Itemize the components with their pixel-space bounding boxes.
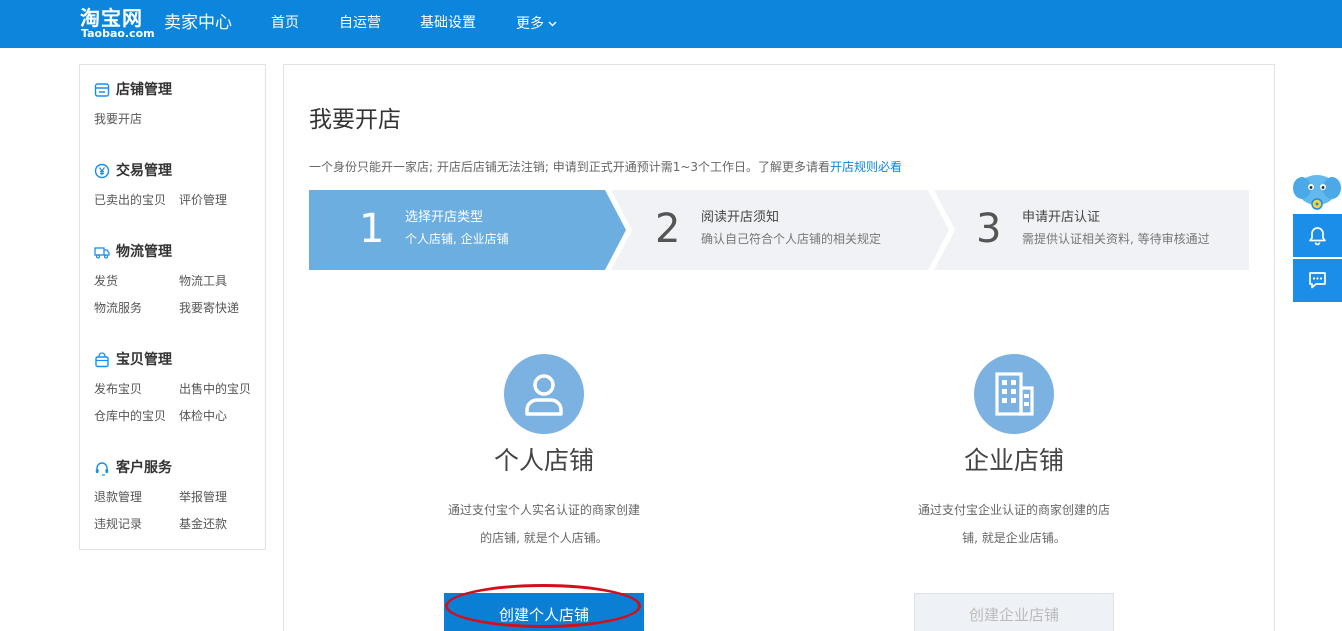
sidebar-link-refunds[interactable]: 退款管理 (94, 489, 142, 505)
step-2-title: 阅读开店须知 (701, 210, 780, 225)
bag-icon (95, 352, 109, 368)
sidebar-section-items: 宝贝管理 (94, 350, 214, 370)
step-3-desc: 需提供认证相关资料, 等待审核通过 (1022, 232, 1210, 246)
step-2-number: 2 (655, 206, 681, 252)
building-icon (995, 372, 1034, 416)
notice-text: 一个身份只能开一家店; 开店后店铺无法注销; 申请到正式开通预计需1~3个工作日… (309, 160, 831, 174)
section-title: 物流管理 (116, 244, 172, 260)
sidebar: 店铺管理 我要开店 交易管理 已卖出的宝贝 评价管理 物流管理 发货 物流工具 … (79, 64, 266, 550)
sidebar-section-customer-service: 客户服务 (94, 458, 214, 478)
personal-store-desc: 通过支付宝个人实名认证的商家创建 的店铺, 就是个人店铺。 (424, 496, 664, 552)
personal-store-icon-circle (504, 354, 584, 434)
sidebar-link-ship[interactable]: 发货 (94, 273, 118, 289)
mascot-icon[interactable] (1292, 168, 1342, 214)
step-3-title: 申请开店认证 (1022, 210, 1101, 225)
store-icon (94, 83, 110, 97)
personal-desc-line-1: 通过支付宝个人实名认证的商家创建 (447, 503, 640, 517)
sidebar-link-fund-repayment[interactable]: 基金还款 (179, 516, 227, 532)
sidebar-link-items-in-warehouse[interactable]: 仓库中的宝贝 (94, 408, 166, 424)
notification-button[interactable] (1293, 214, 1342, 257)
step-arrows (309, 190, 1249, 270)
chevron-down-icon (548, 14, 557, 32)
page-title: 我要开店 (309, 107, 401, 133)
step-1-title: 选择开店类型 (405, 210, 484, 225)
nav-more[interactable]: 更多 (516, 14, 557, 33)
section-title: 店铺管理 (116, 82, 172, 98)
chat-icon (1309, 272, 1326, 289)
create-enterprise-store-button: 创建企业店铺 (914, 593, 1114, 631)
sidebar-link-publish-item[interactable]: 发布宝贝 (94, 381, 142, 397)
sidebar-section-logistics: 物流管理 (94, 242, 214, 262)
seller-center-title: 卖家中心 (164, 13, 232, 33)
main-panel: 我要开店 一个身份只能开一家店; 开店后店铺无法注销; 申请到正式开通预计需1~… (283, 64, 1275, 631)
store-rules-link[interactable]: 开店规则必看 (830, 160, 902, 174)
sidebar-link-items-on-sale[interactable]: 出售中的宝贝 (179, 381, 251, 397)
truck-icon (94, 247, 110, 259)
section-title: 交易管理 (116, 163, 172, 179)
sidebar-link-send-express[interactable]: 我要寄快递 (179, 300, 239, 316)
sidebar-link-logistics-service[interactable]: 物流服务 (94, 300, 142, 316)
chat-button[interactable] (1293, 259, 1342, 302)
yen-icon (94, 163, 110, 179)
enterprise-store-icon-circle (974, 354, 1054, 434)
sidebar-link-reviews[interactable]: 评价管理 (179, 192, 227, 208)
sidebar-section-store: 店铺管理 (94, 80, 214, 100)
sidebar-link-violations[interactable]: 违规记录 (94, 516, 142, 532)
step-progress: 1 选择开店类型 个人店铺, 企业店铺 2 阅读开店须知 确认自己符合个人店铺的… (309, 190, 1249, 270)
top-header: 淘宝网 Taobao.com 卖家中心 首页 自运营 基础设置 更多 (0, 0, 1342, 48)
personal-store-title: 个人店铺 (493, 446, 594, 475)
sidebar-link-reports[interactable]: 举报管理 (179, 489, 227, 505)
step-1-arrow (309, 190, 626, 270)
enterprise-store-title: 企业店铺 (963, 446, 1064, 475)
section-title: 宝贝管理 (116, 352, 172, 368)
logo-subtext: Taobao.com (81, 27, 155, 40)
sidebar-link-logistics-tools[interactable]: 物流工具 (179, 273, 227, 289)
sidebar-link-sold-items[interactable]: 已卖出的宝贝 (94, 192, 166, 208)
step-1-number: 1 (359, 206, 385, 252)
step-1-desc: 个人店铺, 企业店铺 (405, 232, 509, 246)
person-icon (525, 374, 563, 416)
step-3-number: 3 (976, 206, 1002, 252)
enterprise-store-desc: 通过支付宝企业认证的商家创建的店 铺, 就是企业店铺。 (899, 496, 1129, 552)
bell-icon (1309, 227, 1326, 246)
nav-self-operation[interactable]: 自运营 (339, 14, 381, 32)
step-2-desc: 确认自己符合个人店铺的相关规定 (701, 232, 882, 246)
section-title: 客户服务 (116, 460, 172, 476)
nav-more-label: 更多 (516, 16, 544, 32)
open-store-notice: 一个身份只能开一家店; 开店后店铺无法注销; 申请到正式开通预计需1~3个工作日… (309, 159, 902, 175)
headset-icon (95, 462, 109, 476)
sidebar-section-trade: 交易管理 (94, 161, 214, 181)
enterprise-desc-line-2: 铺, 就是企业店铺。 (962, 531, 1066, 545)
sidebar-link-health-check[interactable]: 体检中心 (179, 408, 227, 424)
taobao-logo[interactable]: 淘宝网 Taobao.com (80, 6, 156, 42)
nav-home[interactable]: 首页 (271, 14, 299, 32)
sidebar-link-open-store[interactable]: 我要开店 (94, 111, 142, 127)
personal-desc-line-2: 的店铺, 就是个人店铺。 (480, 531, 608, 545)
nav-basic-settings[interactable]: 基础设置 (420, 14, 476, 32)
enterprise-desc-line-1: 通过支付宝企业认证的商家创建的店 (917, 503, 1110, 517)
create-personal-store-button[interactable]: 创建个人店铺 (444, 593, 644, 631)
